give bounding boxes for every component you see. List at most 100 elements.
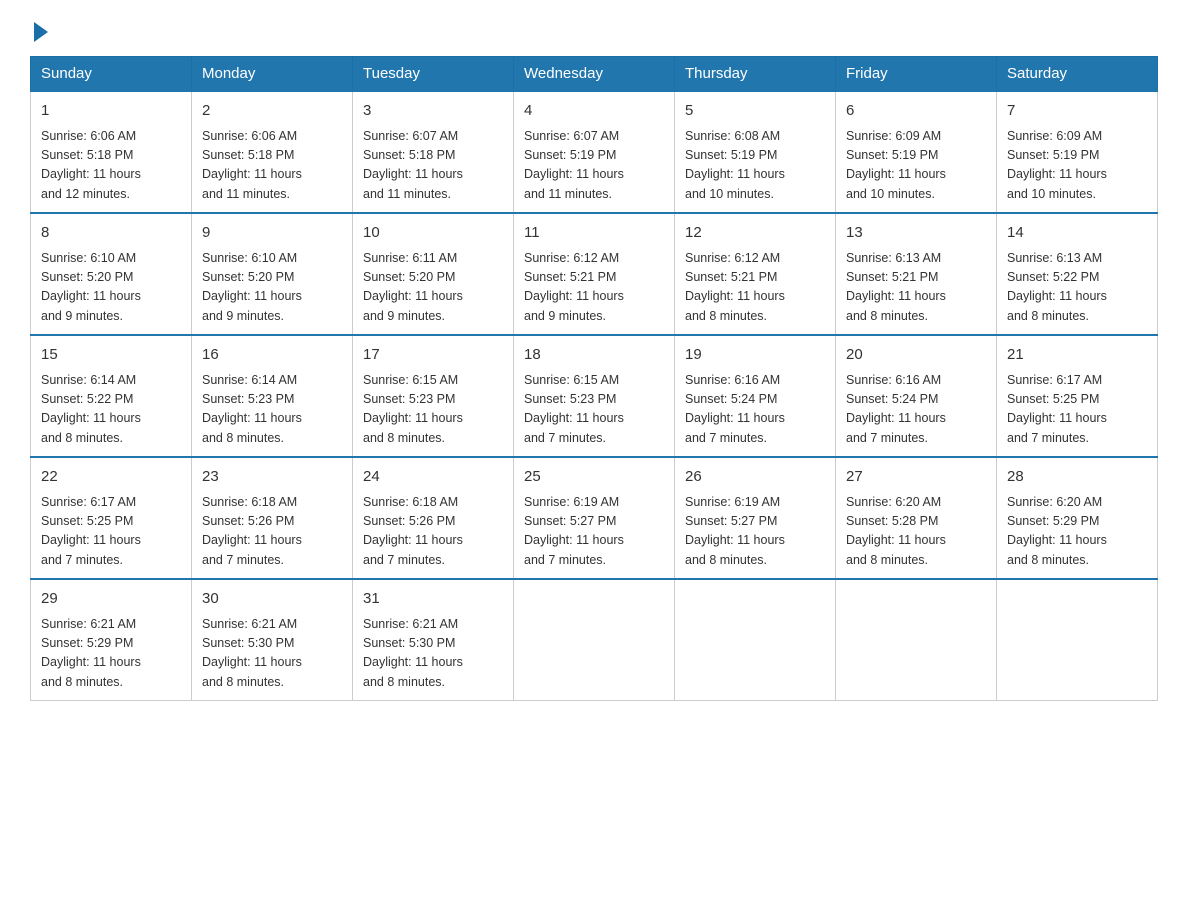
calendar-day-cell: 4 Sunrise: 6:07 AMSunset: 5:19 PMDaylight…: [514, 91, 675, 213]
day-info: Sunrise: 6:12 AMSunset: 5:21 PMDaylight:…: [685, 249, 825, 327]
day-info: Sunrise: 6:10 AMSunset: 5:20 PMDaylight:…: [41, 249, 181, 327]
calendar-day-header: Thursday: [675, 57, 836, 92]
day-number: 29: [41, 588, 181, 611]
day-number: 7: [1007, 100, 1147, 123]
calendar-day-cell: 12Sunrise: 6:12 AMSunset: 5:21 PMDayligh…: [675, 213, 836, 335]
day-number: 20: [846, 344, 986, 367]
day-info: Sunrise: 6:13 AMSunset: 5:22 PMDaylight:…: [1007, 249, 1147, 327]
calendar-day-cell: 22Sunrise: 6:17 AMSunset: 5:25 PMDayligh…: [31, 457, 192, 579]
day-number: 9: [202, 222, 342, 245]
calendar-day-header: Monday: [192, 57, 353, 92]
logo: [30, 20, 48, 38]
day-info: Sunrise: 6:07 AMSunset: 5:19 PMDaylight:…: [524, 127, 664, 205]
calendar-day-cell: 2 Sunrise: 6:06 AMSunset: 5:18 PMDaylight…: [192, 91, 353, 213]
calendar-day-cell: [514, 579, 675, 701]
calendar-day-header: Saturday: [997, 57, 1158, 92]
day-info: Sunrise: 6:20 AMSunset: 5:28 PMDaylight:…: [846, 493, 986, 571]
day-info: Sunrise: 6:17 AMSunset: 5:25 PMDaylight:…: [1007, 371, 1147, 449]
day-info: Sunrise: 6:16 AMSunset: 5:24 PMDaylight:…: [846, 371, 986, 449]
day-info: Sunrise: 6:09 AMSunset: 5:19 PMDaylight:…: [846, 127, 986, 205]
day-number: 4: [524, 100, 664, 123]
day-number: 6: [846, 100, 986, 123]
calendar-day-cell: 31 Sunrise: 6:21 AMSunset: 5:30 PMDayligh…: [353, 579, 514, 701]
calendar-day-cell: 13Sunrise: 6:13 AMSunset: 5:21 PMDayligh…: [836, 213, 997, 335]
day-number: 3: [363, 100, 503, 123]
day-info: Sunrise: 6:06 AMSunset: 5:18 PMDaylight:…: [41, 127, 181, 205]
day-number: 1: [41, 100, 181, 123]
day-number: 18: [524, 344, 664, 367]
day-number: 2: [202, 100, 342, 123]
day-info: Sunrise: 6:20 AMSunset: 5:29 PMDaylight:…: [1007, 493, 1147, 571]
calendar-day-cell: 27 Sunrise: 6:20 AMSunset: 5:28 PMDayligh…: [836, 457, 997, 579]
day-number: 25: [524, 466, 664, 489]
day-info: Sunrise: 6:18 AMSunset: 5:26 PMDaylight:…: [202, 493, 342, 571]
calendar-week-row: 8 Sunrise: 6:10 AMSunset: 5:20 PMDaylight…: [31, 213, 1158, 335]
day-number: 27: [846, 466, 986, 489]
day-info: Sunrise: 6:08 AMSunset: 5:19 PMDaylight:…: [685, 127, 825, 205]
calendar-day-cell: 26 Sunrise: 6:19 AMSunset: 5:27 PMDayligh…: [675, 457, 836, 579]
calendar-week-row: 22Sunrise: 6:17 AMSunset: 5:25 PMDayligh…: [31, 457, 1158, 579]
day-number: 13: [846, 222, 986, 245]
logo-arrow-icon: [34, 22, 48, 42]
day-number: 23: [202, 466, 342, 489]
day-number: 28: [1007, 466, 1147, 489]
calendar-day-cell: 18 Sunrise: 6:15 AMSunset: 5:23 PMDayligh…: [514, 335, 675, 457]
day-info: Sunrise: 6:15 AMSunset: 5:23 PMDaylight:…: [363, 371, 503, 449]
day-number: 31: [363, 588, 503, 611]
calendar-day-cell: 17 Sunrise: 6:15 AMSunset: 5:23 PMDayligh…: [353, 335, 514, 457]
calendar-day-cell: 3 Sunrise: 6:07 AMSunset: 5:18 PMDaylight…: [353, 91, 514, 213]
calendar-day-cell: 16 Sunrise: 6:14 AMSunset: 5:23 PMDayligh…: [192, 335, 353, 457]
day-number: 8: [41, 222, 181, 245]
day-info: Sunrise: 6:19 AMSunset: 5:27 PMDaylight:…: [685, 493, 825, 571]
calendar-day-cell: 24 Sunrise: 6:18 AMSunset: 5:26 PMDayligh…: [353, 457, 514, 579]
day-number: 26: [685, 466, 825, 489]
day-info: Sunrise: 6:06 AMSunset: 5:18 PMDaylight:…: [202, 127, 342, 205]
day-number: 24: [363, 466, 503, 489]
calendar-day-cell: 23 Sunrise: 6:18 AMSunset: 5:26 PMDayligh…: [192, 457, 353, 579]
calendar-day-cell: 30Sunrise: 6:21 AMSunset: 5:30 PMDayligh…: [192, 579, 353, 701]
day-info: Sunrise: 6:14 AMSunset: 5:22 PMDaylight:…: [41, 371, 181, 449]
day-number: 16: [202, 344, 342, 367]
calendar-day-cell: [997, 579, 1158, 701]
day-number: 19: [685, 344, 825, 367]
calendar-day-cell: 20 Sunrise: 6:16 AMSunset: 5:24 PMDayligh…: [836, 335, 997, 457]
day-info: Sunrise: 6:09 AMSunset: 5:19 PMDaylight:…: [1007, 127, 1147, 205]
day-number: 30: [202, 588, 342, 611]
day-number: 22: [41, 466, 181, 489]
calendar-week-row: 1 Sunrise: 6:06 AMSunset: 5:18 PMDaylight…: [31, 91, 1158, 213]
day-info: Sunrise: 6:21 AMSunset: 5:29 PMDaylight:…: [41, 615, 181, 693]
day-number: 11: [524, 222, 664, 245]
day-info: Sunrise: 6:19 AMSunset: 5:27 PMDaylight:…: [524, 493, 664, 571]
calendar-table: SundayMondayTuesdayWednesdayThursdayFrid…: [30, 56, 1158, 701]
calendar-day-cell: 9 Sunrise: 6:10 AMSunset: 5:20 PMDaylight…: [192, 213, 353, 335]
calendar-day-cell: 10Sunrise: 6:11 AMSunset: 5:20 PMDayligh…: [353, 213, 514, 335]
day-number: 15: [41, 344, 181, 367]
calendar-day-cell: 21 Sunrise: 6:17 AMSunset: 5:25 PMDayligh…: [997, 335, 1158, 457]
calendar-day-header: Sunday: [31, 57, 192, 92]
calendar-day-cell: 29 Sunrise: 6:21 AMSunset: 5:29 PMDayligh…: [31, 579, 192, 701]
calendar-day-cell: [836, 579, 997, 701]
calendar-day-cell: 1 Sunrise: 6:06 AMSunset: 5:18 PMDaylight…: [31, 91, 192, 213]
day-info: Sunrise: 6:12 AMSunset: 5:21 PMDaylight:…: [524, 249, 664, 327]
calendar-header-row: SundayMondayTuesdayWednesdayThursdayFrid…: [31, 57, 1158, 92]
calendar-day-cell: 7 Sunrise: 6:09 AMSunset: 5:19 PMDaylight…: [997, 91, 1158, 213]
day-info: Sunrise: 6:14 AMSunset: 5:23 PMDaylight:…: [202, 371, 342, 449]
day-number: 10: [363, 222, 503, 245]
day-number: 17: [363, 344, 503, 367]
calendar-day-cell: 28 Sunrise: 6:20 AMSunset: 5:29 PMDayligh…: [997, 457, 1158, 579]
day-info: Sunrise: 6:21 AMSunset: 5:30 PMDaylight:…: [363, 615, 503, 693]
day-number: 21: [1007, 344, 1147, 367]
day-info: Sunrise: 6:10 AMSunset: 5:20 PMDaylight:…: [202, 249, 342, 327]
calendar-week-row: 15 Sunrise: 6:14 AMSunset: 5:22 PMDayligh…: [31, 335, 1158, 457]
calendar-week-row: 29 Sunrise: 6:21 AMSunset: 5:29 PMDayligh…: [31, 579, 1158, 701]
calendar-day-header: Wednesday: [514, 57, 675, 92]
calendar-day-header: Friday: [836, 57, 997, 92]
page-header: [30, 20, 1158, 38]
calendar-day-cell: [675, 579, 836, 701]
calendar-day-cell: 25 Sunrise: 6:19 AMSunset: 5:27 PMDayligh…: [514, 457, 675, 579]
calendar-day-cell: 5Sunrise: 6:08 AMSunset: 5:19 PMDaylight…: [675, 91, 836, 213]
day-info: Sunrise: 6:07 AMSunset: 5:18 PMDaylight:…: [363, 127, 503, 205]
day-info: Sunrise: 6:15 AMSunset: 5:23 PMDaylight:…: [524, 371, 664, 449]
day-info: Sunrise: 6:18 AMSunset: 5:26 PMDaylight:…: [363, 493, 503, 571]
calendar-day-header: Tuesday: [353, 57, 514, 92]
